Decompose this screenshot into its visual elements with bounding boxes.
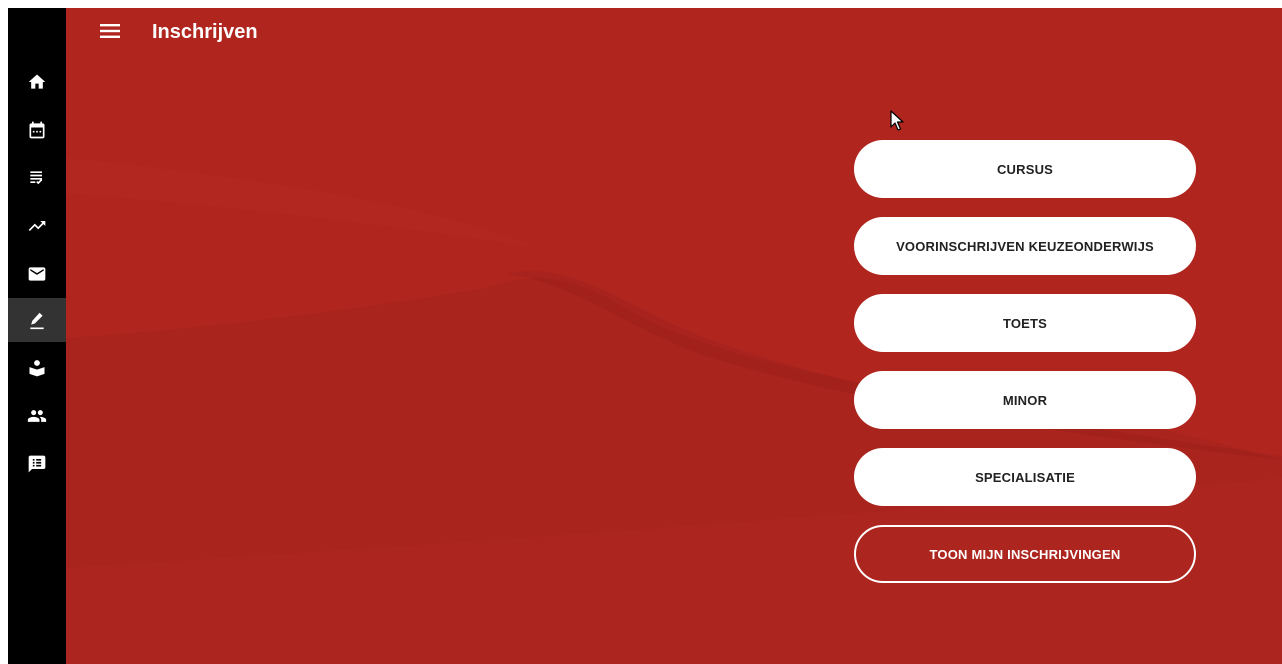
sidebar: [8, 8, 66, 664]
trending-up-icon: [28, 221, 46, 231]
toon-mijn-inschrijvingen-button[interactable]: TOON MIJN INSCHRIJVINGEN: [854, 525, 1196, 583]
mail-icon: [28, 267, 46, 281]
app-window: Inschrijven CURSUS VOORINSCHRIJVEN KEUZE…: [8, 8, 1282, 664]
pencil-icon: [30, 312, 44, 330]
chat-icon: [28, 455, 46, 473]
sidebar-item-student[interactable]: [8, 346, 66, 390]
cursus-button[interactable]: CURSUS: [854, 140, 1196, 198]
voorinschrijven-keuzeonderwijs-button[interactable]: VOORINSCHRIJVEN KEUZEONDERWIJS: [854, 217, 1196, 275]
mouse-cursor-icon: [890, 110, 904, 131]
home-icon: [28, 74, 46, 89]
sidebar-item-enroll[interactable]: [8, 298, 66, 342]
main-content: Inschrijven CURSUS VOORINSCHRIJVEN KEUZE…: [66, 8, 1282, 664]
specialisatie-button[interactable]: SPECIALISATIE: [854, 448, 1196, 506]
people-icon: [27, 410, 47, 422]
sidebar-item-list[interactable]: [8, 156, 66, 200]
calendar-icon: [29, 121, 45, 139]
sidebar-item-mail[interactable]: [8, 252, 66, 296]
toets-button[interactable]: TOETS: [854, 294, 1196, 352]
sidebar-item-feedback[interactable]: [8, 442, 66, 486]
student-icon: [29, 360, 45, 377]
menu-button[interactable]: [96, 18, 124, 44]
sidebar-item-home[interactable]: [8, 60, 66, 104]
page-title: Inschrijven: [152, 21, 258, 43]
sidebar-item-people[interactable]: [8, 394, 66, 438]
minor-button[interactable]: MINOR: [854, 371, 1196, 429]
sidebar-item-calendar[interactable]: [8, 108, 66, 152]
menu-icon: [100, 24, 120, 38]
sidebar-item-progress[interactable]: [8, 204, 66, 248]
list-check-icon: [30, 171, 43, 185]
